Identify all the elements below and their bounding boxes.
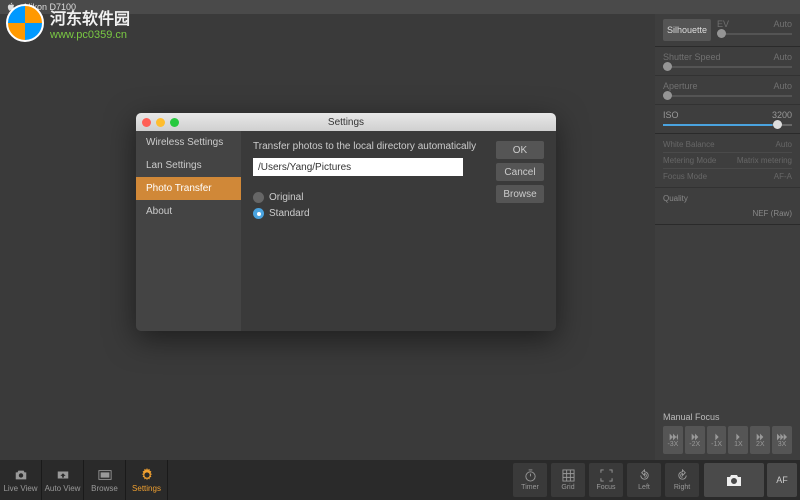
rotate-right-button[interactable]: Right xyxy=(665,463,699,497)
timer-button[interactable]: Timer xyxy=(513,463,547,497)
focus-icon xyxy=(600,469,613,482)
bottom-toolbar: Live View Auto View Browse Settings Time… xyxy=(0,460,800,500)
auto-view-button[interactable]: Auto View xyxy=(42,460,84,500)
grid-button[interactable]: Grid xyxy=(551,463,585,497)
settings-button[interactable]: Settings xyxy=(126,460,168,500)
upload-icon xyxy=(56,468,70,482)
rotate-right-icon xyxy=(676,469,689,482)
af-button[interactable]: AF xyxy=(767,463,797,497)
watermark: 河东软件园 www.pc0359.cn xyxy=(6,4,130,42)
aperture-slider[interactable] xyxy=(663,95,792,97)
radio-standard-label: Standard xyxy=(269,208,310,219)
watermark-text-cn: 河东软件园 xyxy=(50,5,130,29)
focus-select[interactable]: Focus ModeAF-A xyxy=(663,168,792,184)
iso-slider[interactable] xyxy=(663,124,792,126)
silhouette-button[interactable]: Silhouette xyxy=(663,19,711,41)
cancel-button[interactable]: Cancel xyxy=(496,163,544,181)
rotate-left-button[interactable]: Left xyxy=(627,463,661,497)
dialog-sidebar: Wireless Settings Lan Settings Photo Tra… xyxy=(136,131,241,331)
right-panel: Silhouette EV Auto Shutter Speed Auto Aper… xyxy=(655,14,800,460)
sidebar-item-wireless[interactable]: Wireless Settings xyxy=(136,131,241,154)
gear-icon xyxy=(140,468,154,482)
ev-value: Auto xyxy=(773,19,792,29)
browse-button[interactable]: Browse xyxy=(496,185,544,203)
iso-value: 3200 xyxy=(772,110,792,120)
focus-button[interactable]: Focus xyxy=(589,463,623,497)
live-view-button[interactable]: Live View xyxy=(0,460,42,500)
watermark-icon xyxy=(6,4,44,42)
metering-select[interactable]: Metering ModeMatrix metering xyxy=(663,152,792,168)
sidebar-item-lan[interactable]: Lan Settings xyxy=(136,154,241,177)
ok-button[interactable]: OK xyxy=(496,141,544,159)
sidebar-item-photo-transfer[interactable]: Photo Transfer xyxy=(136,177,241,200)
path-input[interactable] xyxy=(253,158,463,176)
mf-plus-3x[interactable]: 3X xyxy=(772,426,792,454)
mf-plus-2x[interactable]: 2X xyxy=(750,426,770,454)
radio-standard[interactable]: Standard xyxy=(253,208,544,219)
radio-icon xyxy=(253,208,264,219)
quality-select[interactable]: Quality xyxy=(663,191,792,206)
ev-slider[interactable] xyxy=(717,33,792,35)
browse-icon xyxy=(98,468,112,482)
aperture-label: Aperture xyxy=(663,81,698,91)
quality-value: NEF (Raw) xyxy=(752,209,792,218)
capture-button[interactable] xyxy=(704,463,764,497)
browse-button[interactable]: Browse xyxy=(84,460,126,500)
mf-minus-2x[interactable]: -2X xyxy=(685,426,705,454)
dialog-title: Settings xyxy=(136,117,556,128)
mf-minus-3x[interactable]: -3X xyxy=(663,426,683,454)
mf-minus-1x[interactable]: -1X xyxy=(707,426,727,454)
rotate-left-icon xyxy=(638,469,651,482)
sidebar-item-about[interactable]: About xyxy=(136,200,241,223)
shutter-label: Shutter Speed xyxy=(663,52,721,62)
mf-plus-1x[interactable]: 1X xyxy=(728,426,748,454)
grid-icon xyxy=(562,469,575,482)
camera-icon xyxy=(725,473,743,487)
shutter-value: Auto xyxy=(773,52,792,62)
wb-select[interactable]: White BalanceAuto xyxy=(663,137,792,152)
dialog-titlebar[interactable]: Settings xyxy=(136,113,556,131)
settings-dialog: Settings Wireless Settings Lan Settings … xyxy=(136,113,556,331)
radio-original-label: Original xyxy=(269,192,303,203)
iso-label: ISO xyxy=(663,110,679,120)
radio-icon xyxy=(253,192,264,203)
camera-icon xyxy=(14,468,28,482)
aperture-value: Auto xyxy=(773,81,792,91)
shutter-slider[interactable] xyxy=(663,66,792,68)
manual-focus-label: Manual Focus xyxy=(663,412,792,422)
ev-label: EV xyxy=(717,19,729,29)
watermark-text-url: www.pc0359.cn xyxy=(50,29,130,41)
timer-icon xyxy=(524,469,537,482)
